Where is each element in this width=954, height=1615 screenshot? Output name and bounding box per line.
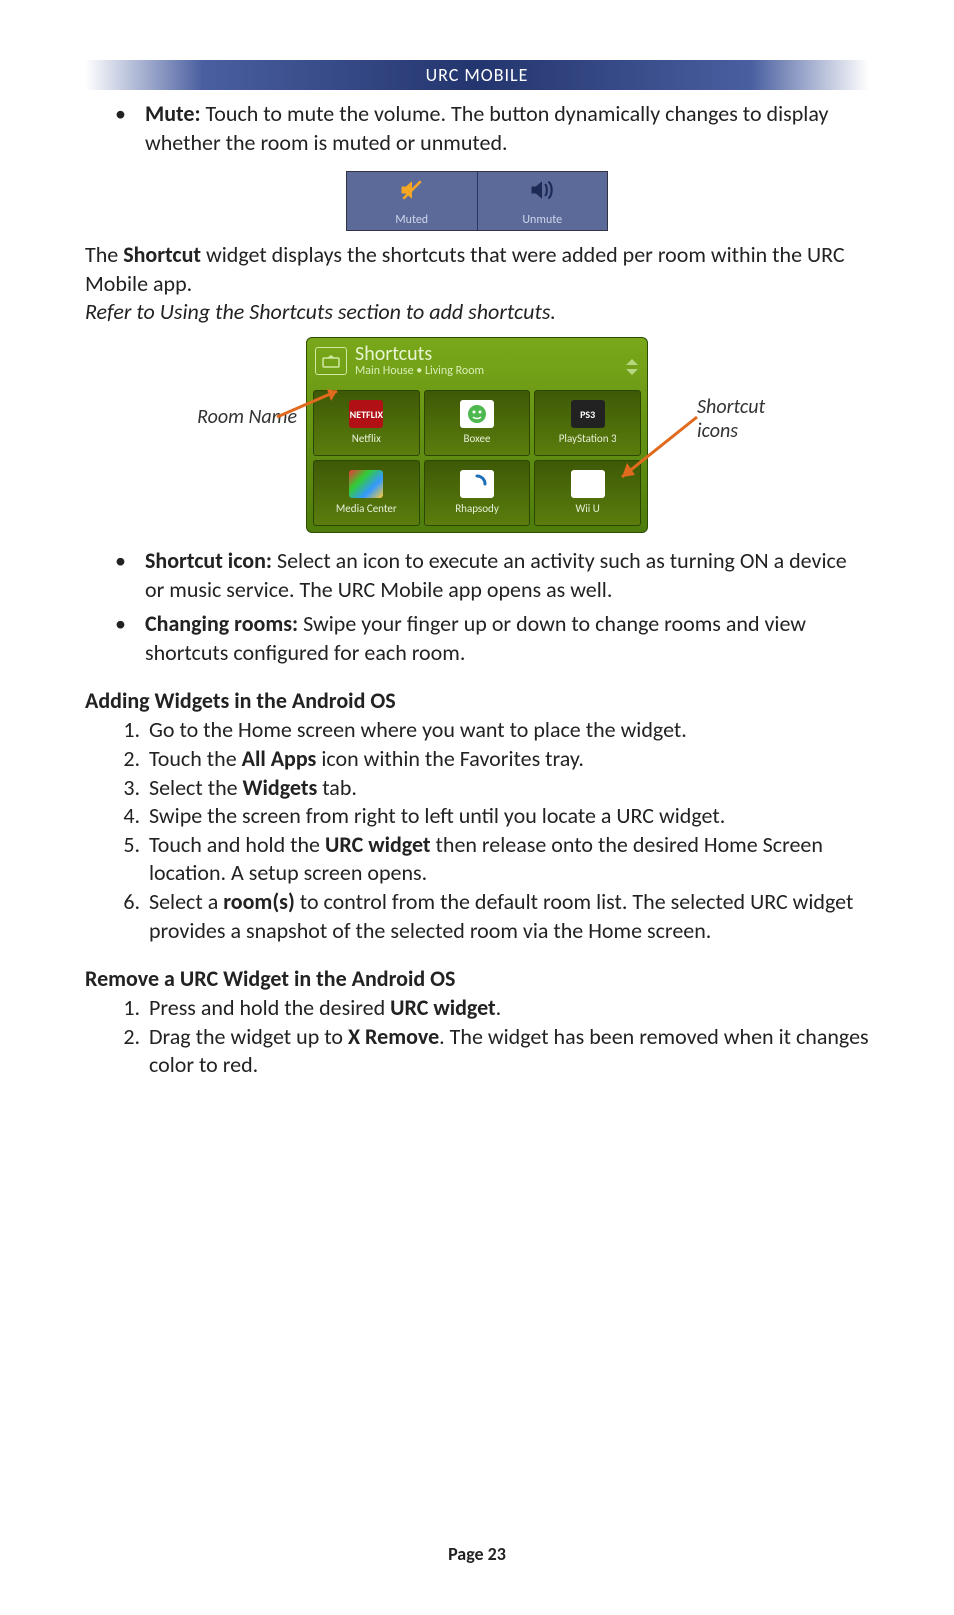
shortcut-icon-bullet: Shortcut icon: Select an icon to execute… xyxy=(115,547,869,604)
adding-steps: Go to the Home screen where you want to … xyxy=(85,716,869,945)
shortcut-boxee[interactable]: Boxee xyxy=(424,390,531,456)
room-scroll-arrows[interactable] xyxy=(625,352,639,370)
shortcut-label: Rhapsody xyxy=(455,502,499,515)
text-bold: URC widget xyxy=(390,994,496,1021)
mute-label: Mute: xyxy=(145,100,201,127)
step: Go to the Home screen where you want to … xyxy=(145,716,869,745)
text: Touch and hold the xyxy=(149,831,325,858)
rhapsody-icon xyxy=(460,470,494,498)
text: Go to the Home screen where you want to … xyxy=(149,716,687,743)
boxee-icon xyxy=(460,400,494,428)
shortcut-label: PlayStation 3 xyxy=(559,432,617,445)
text: icon within the Favorites tray. xyxy=(316,745,584,772)
heading-adding-widgets: Adding Widgets in the Android OS xyxy=(85,687,869,714)
shortcut-label: Wii U xyxy=(575,502,599,515)
speaker-icon xyxy=(528,176,556,209)
shortcut-rhapsody[interactable]: Rhapsody xyxy=(424,460,531,526)
text-bold: All Apps xyxy=(242,745,317,772)
header-bar: URC MOBILE xyxy=(85,60,869,90)
text: Touch the xyxy=(149,745,242,772)
shortcut-intro: The Shortcut widget displays the shortcu… xyxy=(85,241,869,298)
shortcut-widget: Shortcuts Main House • Living Room NETFL… xyxy=(306,337,648,533)
text: tab. xyxy=(317,774,357,801)
mute-text: Touch to mute the volume. The button dyn… xyxy=(145,100,828,156)
shortcut-grid: NETFLIX Netflix Boxee PS3 PlayStation 3 xyxy=(307,384,647,532)
chevron-up-icon xyxy=(625,352,639,360)
step: Touch the All Apps icon within the Favor… xyxy=(145,745,869,774)
heading-remove-widget: Remove a URC Widget in the Android OS xyxy=(85,965,869,992)
shortcut-label: Media Center xyxy=(336,502,397,515)
header-title: URC MOBILE xyxy=(426,64,529,86)
arrow-right-icon xyxy=(617,417,707,492)
shortcut-refer: Refer to Using the Shortcuts section to … xyxy=(85,298,869,327)
shortcut-widget-figure: Room Name Shortcut icons Shortcuts Main … xyxy=(157,337,797,533)
text-bold: Widgets xyxy=(243,774,318,801)
unmute-label: Unmute xyxy=(522,213,562,227)
step: Swipe the screen from right to left unti… xyxy=(145,802,869,831)
wiiu-icon: Wii U xyxy=(571,470,605,498)
chevron-down-icon xyxy=(625,362,639,370)
text: Select the xyxy=(149,774,243,801)
shortcut-media-center[interactable]: Media Center xyxy=(313,460,420,526)
step: Drag the widget up to X Remove. The widg… xyxy=(145,1023,869,1080)
arrow-left-icon xyxy=(277,391,347,426)
step: Select the Widgets tab. xyxy=(145,774,869,803)
page-footer: Page 23 xyxy=(0,1543,954,1565)
mute-bullet: Mute: Touch to mute the volume. The butt… xyxy=(115,100,869,157)
shortcut-label: Boxee xyxy=(463,432,490,445)
netflix-icon: NETFLIX xyxy=(349,400,383,428)
text-bold: X Remove xyxy=(348,1023,439,1050)
shortcut-widget-header: Shortcuts Main House • Living Room xyxy=(307,338,647,384)
shortcut-widget-subtitle: Main House • Living Room xyxy=(355,364,484,378)
text: Select a xyxy=(149,888,223,915)
document-page: URC MOBILE Mute: Touch to mute the volum… xyxy=(0,0,954,1615)
content: Mute: Touch to mute the volume. The butt… xyxy=(85,100,869,1090)
muted-label: Muted xyxy=(395,213,428,227)
shortcut-bullets: Shortcut icon: Select an icon to execute… xyxy=(115,547,869,667)
muted-button[interactable]: Muted xyxy=(347,172,478,230)
playstation-icon: PS3 xyxy=(571,400,605,428)
mute-bullet-list: Mute: Touch to mute the volume. The butt… xyxy=(115,100,869,157)
text: Swipe the screen from right to left unti… xyxy=(149,802,725,829)
speaker-muted-icon xyxy=(398,176,426,209)
text-bold: Shortcut xyxy=(123,241,201,268)
step: Touch and hold the URC widget then relea… xyxy=(145,831,869,888)
unmute-button[interactable]: Unmute xyxy=(478,172,608,230)
bullet-label: Shortcut icon: xyxy=(145,547,272,574)
text: Drag the widget up to xyxy=(149,1023,348,1050)
bullet-label: Changing rooms: xyxy=(145,610,298,637)
callout-shortcut-icons: Shortcut icons xyxy=(697,395,797,443)
text-bold: URC widget xyxy=(325,831,431,858)
mute-widget: Muted Unmute xyxy=(346,171,608,231)
step: Press and hold the desired URC widget. xyxy=(145,994,869,1023)
text-bold: room(s) xyxy=(223,888,295,915)
text: The xyxy=(85,241,123,268)
changing-rooms-bullet: Changing rooms: Swipe your finger up or … xyxy=(115,610,869,667)
text: . xyxy=(496,994,502,1021)
shortcut-widget-titles: Shortcuts Main House • Living Room xyxy=(355,344,484,378)
step: Select a room(s) to control from the def… xyxy=(145,888,869,945)
remove-steps: Press and hold the desired URC widget. D… xyxy=(85,994,869,1080)
callout-room-name: Room Name xyxy=(157,405,297,429)
media-center-icon xyxy=(349,470,383,498)
shortcut-widget-title: Shortcuts xyxy=(355,344,484,364)
shortcut-label: Netflix xyxy=(352,432,381,445)
shortcut-widget-icon xyxy=(315,347,347,375)
text: Press and hold the desired xyxy=(149,994,390,1021)
